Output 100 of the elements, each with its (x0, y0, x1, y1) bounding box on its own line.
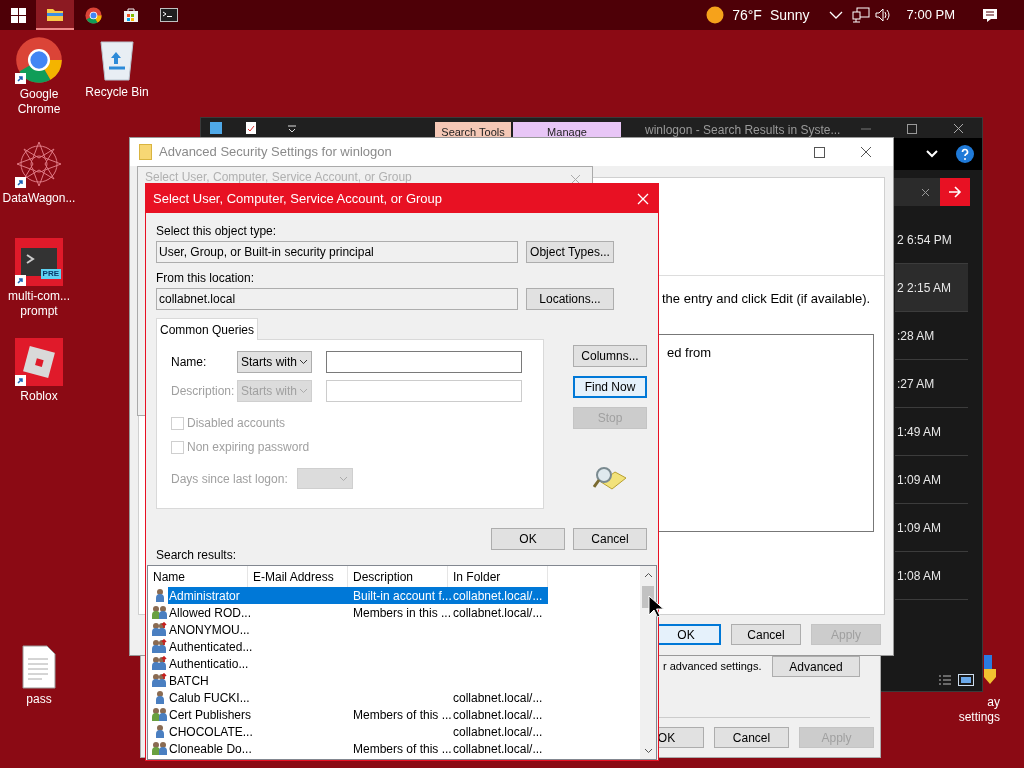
shortcut-arrow-icon (15, 275, 26, 286)
user-group-icon (152, 605, 168, 620)
desktop-icon-label[interactable]: DataWagon... (2, 191, 76, 206)
desktop-icon-label[interactable]: ay settings (952, 695, 1000, 725)
scroll-up-icon[interactable] (643, 572, 653, 578)
results-label: Search results: (156, 548, 238, 562)
shortcut-arrow-icon (15, 73, 26, 84)
shortcut-arrow-icon (15, 177, 26, 188)
user-group-icon (152, 656, 168, 671)
result-row[interactable]: BATCH (148, 672, 640, 689)
result-row[interactable]: ANONYMOU... (148, 621, 640, 638)
chevron-down-icon (299, 388, 308, 394)
close-icon[interactable] (860, 146, 872, 158)
ribbon-tab[interactable]: Manage (513, 122, 621, 138)
table-cell-text: collabnet.local/... (452, 604, 544, 622)
dialog-button[interactable]: Cancel (573, 528, 647, 550)
scroll-down-icon[interactable] (643, 748, 653, 754)
table-cell-text: Calub FUCKI... (168, 689, 251, 707)
modified-time: 1:09 AM (897, 519, 942, 537)
desktop-icon-label[interactable]: Recycle Bin (85, 85, 149, 100)
field-label: Days since last logon: (171, 470, 289, 488)
clear-icon[interactable] (921, 187, 930, 197)
table-cell-text: Cert Publishers (168, 706, 253, 724)
shortcut-arrow-icon (15, 375, 26, 386)
close-icon[interactable] (570, 174, 581, 185)
search-folder-icon (593, 466, 627, 492)
object-types-button[interactable]: Object Types... (526, 241, 614, 263)
match-dropdown[interactable]: Starts with (237, 351, 312, 373)
terminal-icon (160, 8, 178, 22)
file-list-row[interactable]: 2 2:15 AM (895, 264, 968, 312)
file-list-row[interactable]: :28 AM (895, 312, 968, 360)
file-list-row[interactable]: 1:49 AM (895, 408, 968, 456)
locations-button[interactable]: Locations... (526, 288, 614, 310)
clock[interactable]: 7:00 PM (906, 5, 955, 25)
input-field[interactable]: collabnet.local (156, 288, 518, 310)
sun-icon (706, 6, 725, 24)
tab[interactable]: Common Queries (156, 318, 258, 340)
field-label: From this location: (156, 271, 256, 285)
help-icon[interactable] (956, 145, 974, 163)
modified-time: 1:49 AM (897, 423, 942, 441)
window-title: winlogon - Search Results in Syste... (645, 122, 841, 138)
properties-icon (245, 121, 257, 135)
chevron-down-icon[interactable] (926, 150, 938, 158)
result-row[interactable]: Calub FUCKI... collabnet.local/... (148, 689, 640, 706)
desktop-icon-label[interactable]: Roblox (20, 389, 58, 404)
desktop-icon-label[interactable]: Google Chrome (8, 87, 70, 117)
dialog-button[interactable]: Columns... (573, 345, 647, 367)
maximize-icon[interactable] (907, 124, 917, 134)
result-row[interactable]: Authenticated... (148, 638, 640, 655)
user-group-icon (152, 639, 168, 654)
table-cell-text: collabnet.local/... (452, 723, 544, 741)
result-row[interactable]: Cert Publishers Members of this ...collabnet.local/... (148, 706, 640, 723)
field-label: Description: (171, 383, 236, 400)
result-row[interactable]: Allowed ROD... Members in this ... collabnet.local/... (148, 604, 640, 621)
details-view-icon[interactable] (938, 674, 952, 686)
instruction-text: the entry and click Edit (if available). (662, 290, 872, 308)
table-cell-text: collabnet.local/... (452, 706, 544, 724)
network-icon[interactable] (851, 7, 870, 23)
window-title: Select User, Computer, Service Account, or Group (153, 189, 443, 208)
file-list-row[interactable]: :27 AM (895, 360, 968, 408)
chevron-up-icon[interactable] (828, 11, 843, 19)
file-list-row[interactable]: 1:09 AM (895, 504, 968, 552)
folder-icon (46, 6, 64, 22)
dialog-button[interactable]: Cancel (731, 624, 801, 645)
table-cell-text: Members in this ... (352, 604, 448, 622)
dialog-button[interactable]: Cancel (714, 727, 789, 748)
scrollbar[interactable] (640, 566, 656, 759)
maximize-icon[interactable] (814, 146, 825, 158)
dropdown-icon (287, 124, 297, 134)
dialog-button[interactable]: Find Now (573, 376, 647, 398)
search-go-button[interactable] (940, 178, 970, 206)
desktop-icon-label[interactable]: multi-com... prompt (2, 289, 76, 319)
notification-icon[interactable] (982, 7, 998, 23)
folder-icon (139, 144, 152, 160)
close-icon[interactable] (953, 123, 964, 134)
ribbon-tab[interactable]: Search Tools (435, 122, 511, 138)
table-cell-text: Administrator (168, 587, 241, 605)
result-row[interactable]: Authenticatio... (148, 655, 640, 672)
window-title: Select User, Computer, Service Account, or Group (145, 171, 412, 184)
table-cell-text: Allowed ROD... (168, 604, 253, 622)
input-field[interactable]: User, Group, or Built-in security principal (156, 241, 518, 263)
chevron-down-icon (339, 475, 348, 482)
file-list-row[interactable]: 1:09 AM (895, 456, 968, 504)
volume-icon[interactable] (874, 8, 891, 22)
thumbnail-view-icon[interactable] (958, 674, 974, 686)
shield-icon (984, 655, 996, 685)
windows-logo-icon (10, 7, 26, 23)
window-title: Advanced Security Settings for winlogon (159, 143, 392, 162)
file-list-row[interactable]: 1:08 AM (895, 552, 968, 600)
table-cell-text: Cloneable Do... (168, 740, 253, 758)
desktop-icon-label[interactable]: pass (26, 692, 52, 707)
dialog-button[interactable]: OK (491, 528, 565, 550)
badge-text: PRE (40, 269, 61, 279)
advanced-button[interactable]: Advanced (772, 656, 860, 677)
input-field[interactable] (326, 351, 522, 373)
arrow-right-icon (948, 186, 962, 198)
table-cell-text: CHOCOLATE... (168, 723, 254, 741)
table-cell-text: collabnet.local/... (452, 689, 544, 707)
taskbar-app-button[interactable] (36, 0, 74, 30)
field-label: Select this object type: (156, 224, 278, 238)
